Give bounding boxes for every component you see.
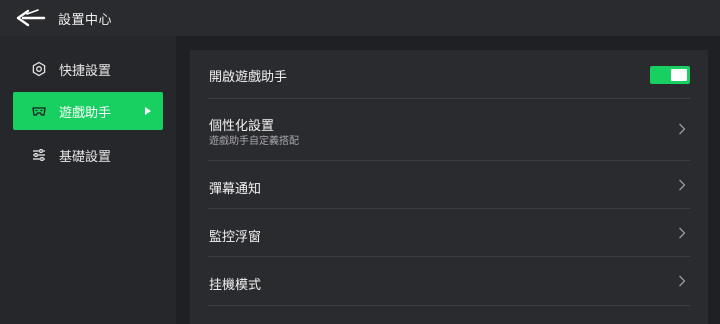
sidebar-item-quick-settings[interactable]: 快捷設置 [13,50,163,88]
enable-game-assistant-toggle[interactable] [650,66,690,84]
row-enable-game-assistant: 開啟遊戲助手 [208,50,690,99]
row-title: 挂機模式 [209,278,262,293]
row-title: 彈幕通知 [209,182,262,197]
chevron-right-icon [679,275,686,287]
row-title: 開啟遊戲助手 [209,70,288,85]
row-subtitle: 遊戲助手自定義搭配 [209,136,299,147]
sidebar-item-label: 遊戲助手 [59,105,112,121]
sidebar-item-basic-settings[interactable]: 基礎設置 [13,136,163,174]
settings-app: 設置中心 快捷設置 遊戲助手 基礎設置 開啟遊戲助手 個性化設置 遊戲助手自定義… [0,0,720,324]
row-title: 監控浮窗 [209,230,262,245]
sidebar-item-game-assistant[interactable]: 遊戲助手 [13,92,163,130]
gamepad-icon [31,103,47,119]
sidebar-item-label: 快捷設置 [59,63,112,79]
page-title: 設置中心 [58,13,113,28]
row-danmaku-notification[interactable]: 彈幕通知 [208,161,690,209]
row-monitor-floating-window[interactable]: 監控浮窗 [208,209,690,257]
chevron-right-icon [679,227,686,239]
back-arrow-icon [16,9,46,27]
settings-panel: 開啟遊戲助手 個性化設置 遊戲助手自定義搭配 彈幕通知 監控浮窗 挂機模式 [190,50,708,324]
sidebar: 快捷設置 遊戲助手 基礎設置 [0,36,176,324]
row-personalization[interactable]: 個性化設置 遊戲助手自定義搭配 [208,99,690,161]
sliders-icon [31,147,47,163]
row-idle-mode[interactable]: 挂機模式 [208,257,690,306]
caret-right-icon [145,107,151,115]
toggle-knob [671,69,687,81]
chevron-right-icon [679,179,686,191]
hexagon-nut-icon [31,61,47,77]
chevron-right-icon [679,123,686,135]
back-button[interactable] [14,6,48,30]
header-bar: 設置中心 [0,0,720,36]
sidebar-item-label: 基礎設置 [59,149,112,165]
